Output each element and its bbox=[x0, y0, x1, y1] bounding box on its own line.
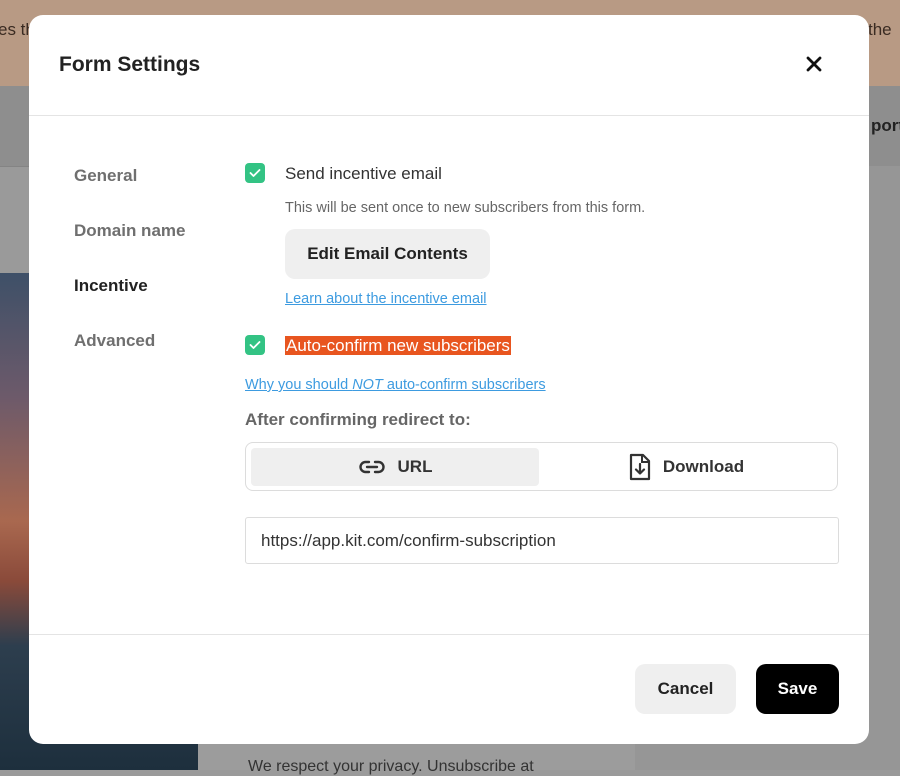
privacy-text: We respect your privacy. Unsubscribe at bbox=[248, 758, 534, 775]
nav-text: port bbox=[870, 116, 900, 135]
checkmark-icon bbox=[249, 169, 261, 177]
nav-incentive[interactable]: Incentive bbox=[74, 276, 148, 296]
redirect-option-url[interactable]: URL bbox=[251, 448, 539, 486]
why-link-suffix: auto-confirm subscribers bbox=[382, 377, 546, 393]
auto-confirm-label: Auto-confirm new subscribers bbox=[285, 336, 511, 356]
nav-general[interactable]: General bbox=[74, 166, 137, 186]
auto-confirm-checkbox[interactable] bbox=[245, 335, 265, 355]
nav-domain-name[interactable]: Domain name bbox=[74, 221, 185, 241]
save-button[interactable]: Save bbox=[756, 664, 839, 714]
cancel-button[interactable]: Cancel bbox=[635, 664, 736, 714]
redirect-option-download-label: Download bbox=[662, 457, 745, 476]
nav-advanced[interactable]: Advanced bbox=[74, 331, 155, 351]
file-download-icon bbox=[629, 453, 650, 481]
modal-header: Form Settings bbox=[29, 15, 869, 116]
close-icon bbox=[806, 56, 822, 72]
send-incentive-hint: This will be sent once to new subscriber… bbox=[285, 200, 646, 216]
close-button[interactable] bbox=[799, 49, 829, 79]
redirect-option-download[interactable]: Download bbox=[540, 448, 833, 486]
link-icon bbox=[358, 460, 385, 474]
redirect-label: After confirming redirect to: bbox=[245, 410, 471, 429]
modal-title: Form Settings bbox=[59, 53, 201, 76]
checkmark-icon bbox=[249, 341, 261, 349]
send-incentive-checkbox[interactable] bbox=[245, 163, 265, 183]
auto-confirm-highlight: Auto-confirm new subscribers bbox=[285, 336, 511, 355]
why-link-emphasis: NOT bbox=[352, 377, 383, 393]
banner-text-right: the bbox=[868, 20, 892, 39]
why-not-auto-confirm-link[interactable]: Why you should NOT auto-confirm subscrib… bbox=[245, 377, 546, 393]
redirect-type-toggle: URL Download bbox=[245, 442, 838, 491]
redirect-url-input[interactable] bbox=[245, 517, 839, 564]
modal-body: General Domain name Incentive Advanced S… bbox=[29, 116, 869, 635]
learn-incentive-link[interactable]: Learn about the incentive email bbox=[285, 291, 487, 307]
why-link-prefix: Why you should bbox=[245, 377, 353, 393]
edit-email-contents-button[interactable]: Edit Email Contents bbox=[285, 229, 490, 279]
send-incentive-label: Send incentive email bbox=[285, 164, 442, 183]
form-settings-modal: Form Settings General Domain name Incent… bbox=[29, 15, 869, 744]
redirect-option-url-label: URL bbox=[397, 457, 433, 476]
